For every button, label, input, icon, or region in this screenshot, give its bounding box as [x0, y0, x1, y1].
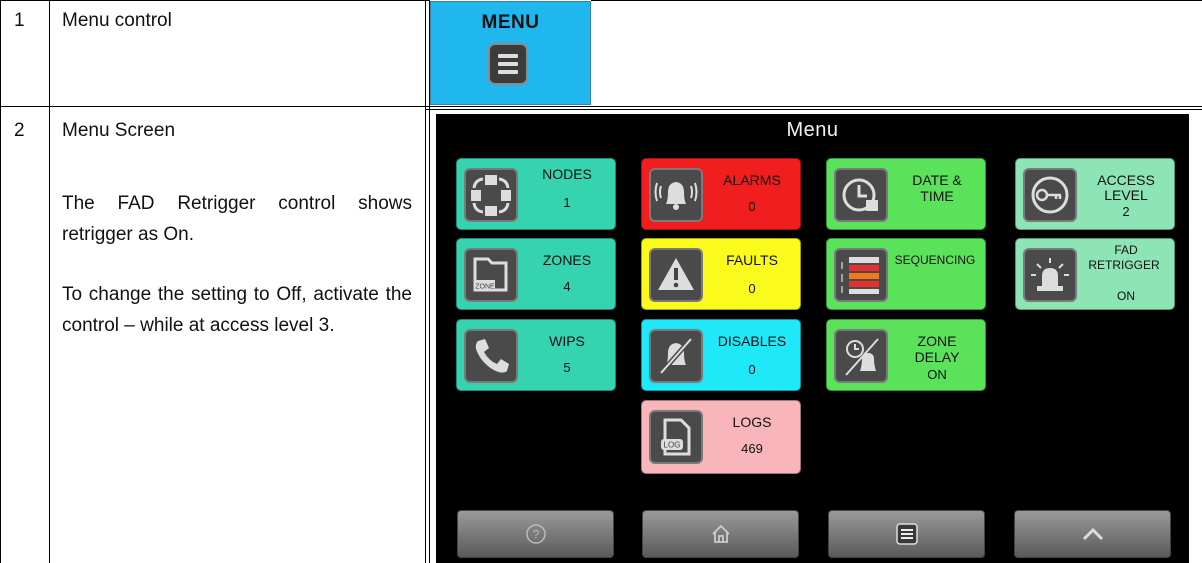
zones-tile[interactable]: ZONE ZONES 4 — [456, 238, 616, 310]
help-icon: ? — [525, 524, 546, 544]
access-level-value: 2 — [1122, 204, 1130, 219]
faults-label: FAULTS — [726, 252, 778, 268]
help-button[interactable]: ? — [457, 510, 614, 558]
zone-delay-label-2: DELAY — [914, 349, 960, 365]
row-description-1: The FAD Retrigger control shows retrigge… — [62, 193, 412, 245]
menu-control-button[interactable]: MENU — [430, 1, 591, 105]
screen-title: Menu — [786, 119, 839, 141]
log-icon: LOG — [649, 410, 703, 464]
menu-nav-button[interactable] — [828, 510, 985, 558]
nodes-label: NODES — [542, 166, 592, 182]
hamburger-icon — [488, 43, 528, 85]
access-level-label-2: LEVEL — [1104, 187, 1148, 203]
logs-label: LOGS — [732, 414, 772, 430]
alarms-label: ALARMS — [723, 172, 781, 188]
faults-value: 0 — [748, 281, 756, 296]
disables-value: 0 — [748, 362, 756, 377]
row-number-2: 2 — [14, 120, 25, 141]
nodes-value: 1 — [563, 195, 571, 210]
zone-delay-tile[interactable]: ZONE DELAY ON — [826, 319, 986, 391]
phone-icon — [464, 329, 518, 383]
menu-screen: Menu NODES 1 ZONE ZONES 4 WIPS 5 ALARMS … — [436, 114, 1189, 563]
svg-text:?: ? — [532, 528, 539, 542]
svg-text:ZONE: ZONE — [475, 284, 495, 291]
bell-alarm-icon — [649, 168, 703, 222]
table-border-top — [0, 0, 430, 1]
disables-label: DISABLES — [717, 333, 787, 349]
alarms-value: 0 — [748, 199, 756, 214]
access-level-tile[interactable]: ACCESS LEVEL 2 — [1015, 158, 1175, 230]
zone-icon: ZONE — [464, 248, 518, 302]
table-row-divider — [0, 106, 1202, 107]
row-title-menu-control: Menu control — [62, 10, 172, 31]
access-level-label-1: ACCESS — [1097, 172, 1155, 188]
table-border-left — [0, 0, 1, 563]
chevron-up-icon — [1082, 527, 1103, 541]
menu-control-label: MENU — [481, 12, 540, 33]
fad-retrigger-tile[interactable]: FAD RETRIGGER ON — [1015, 238, 1175, 310]
logs-value: 469 — [741, 441, 763, 456]
sequencing-tile[interactable]: SEQUENCING — [826, 238, 986, 310]
fad-retrigger-label-2: RETRIGGER — [1088, 258, 1160, 272]
sequencing-icon — [834, 248, 888, 302]
disable-icon — [649, 329, 703, 383]
clock-calendar-icon — [834, 168, 888, 222]
key-icon — [1023, 168, 1077, 222]
row-number-1: 1 — [14, 10, 25, 31]
zones-label: ZONES — [542, 252, 592, 268]
warning-icon — [649, 248, 703, 302]
home-icon — [711, 524, 730, 543]
zone-delay-label-1: ZONE — [917, 333, 957, 349]
home-button[interactable] — [642, 510, 799, 558]
logs-tile[interactable]: LOG LOGS 469 — [641, 400, 801, 474]
zone-delay-icon — [834, 329, 888, 383]
table-border-top-right — [591, 0, 1202, 1]
row-description-2: To change the setting to Off, activate t… — [62, 284, 412, 336]
beacon-icon — [1023, 248, 1077, 302]
nodes-tile[interactable]: NODES 1 — [456, 158, 616, 230]
fad-retrigger-value: ON — [1117, 289, 1135, 303]
table-border-col2 — [425, 0, 426, 563]
zones-value: 4 — [563, 279, 571, 294]
fad-retrigger-label-1: FAD — [1114, 243, 1138, 257]
hamburger-icon — [895, 523, 918, 545]
wips-value: 5 — [563, 360, 571, 375]
table-row-divider-2 — [425, 109, 1202, 110]
zone-delay-value: ON — [927, 367, 947, 382]
date-time-tile[interactable]: DATE & TIME — [826, 158, 986, 230]
faults-tile[interactable]: FAULTS 0 — [641, 238, 801, 310]
wips-label: WIPS — [549, 333, 585, 349]
date-time-label-2: TIME — [920, 188, 954, 204]
row-title-menu-screen: Menu Screen — [62, 120, 176, 141]
alarms-tile[interactable]: ALARMS 0 — [641, 158, 801, 230]
disables-tile[interactable]: DISABLES 0 — [641, 319, 801, 391]
table-border-col1 — [49, 0, 50, 563]
sequencing-label: SEQUENCING — [894, 253, 976, 267]
date-time-label-1: DATE & — [912, 172, 962, 188]
wips-tile[interactable]: WIPS 5 — [456, 319, 616, 391]
nodes-icon — [464, 168, 518, 222]
up-button[interactable] — [1014, 510, 1171, 558]
svg-text:LOG: LOG — [664, 441, 681, 450]
